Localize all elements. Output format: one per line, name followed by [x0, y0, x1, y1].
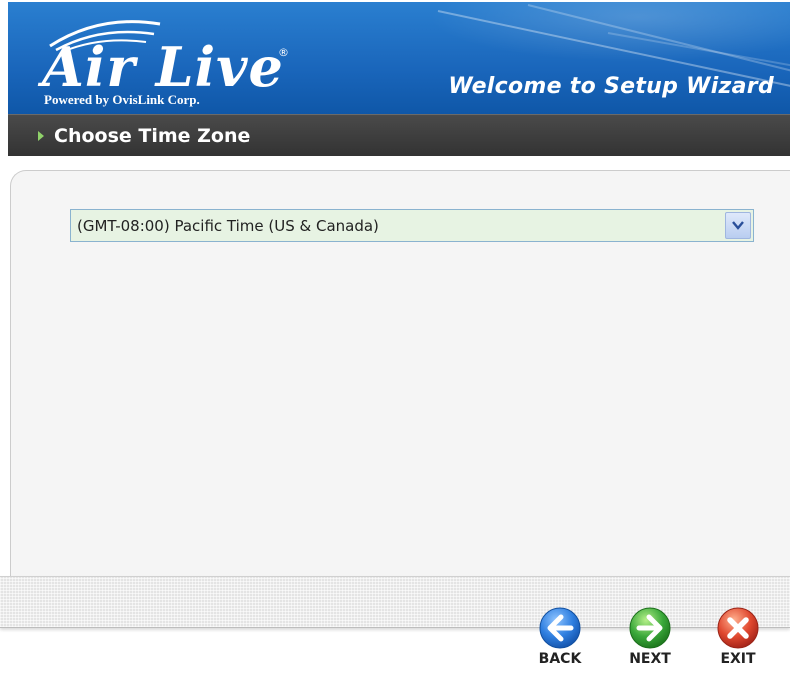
next-button[interactable]: NEXT — [620, 607, 680, 673]
timezone-select[interactable]: (GMT-08:00) Pacific Time (US & Canada) — [70, 209, 754, 242]
section-arrow-icon — [38, 131, 44, 141]
dropdown-button[interactable] — [725, 212, 751, 239]
back-button[interactable]: BACK — [530, 607, 590, 673]
next-label: NEXT — [629, 651, 671, 667]
exit-label: EXIT — [720, 651, 756, 667]
close-icon — [717, 607, 759, 649]
section-title: Choose Time Zone — [54, 125, 251, 147]
arrow-right-icon — [629, 607, 671, 649]
back-label: BACK — [538, 651, 582, 667]
header-banner: Air Live ® Powered by OvisLink Corp. Wel… — [8, 2, 790, 114]
exit-button[interactable]: EXIT — [708, 607, 768, 673]
wizard-title: Welcome to Setup Wizard — [448, 74, 774, 99]
timezone-selected-value: (GMT-08:00) Pacific Time (US & Canada) — [77, 217, 379, 235]
chevron-down-icon — [732, 221, 744, 230]
logo-wordmark: Air Live — [42, 35, 284, 99]
registered-mark: ® — [278, 46, 289, 59]
logo-tagline: Powered by OvisLink Corp. — [44, 92, 200, 107]
arrow-left-icon — [539, 607, 581, 649]
airlive-logo: Air Live ® Powered by OvisLink Corp. — [30, 12, 310, 107]
section-title-bar: Choose Time Zone — [8, 114, 790, 156]
